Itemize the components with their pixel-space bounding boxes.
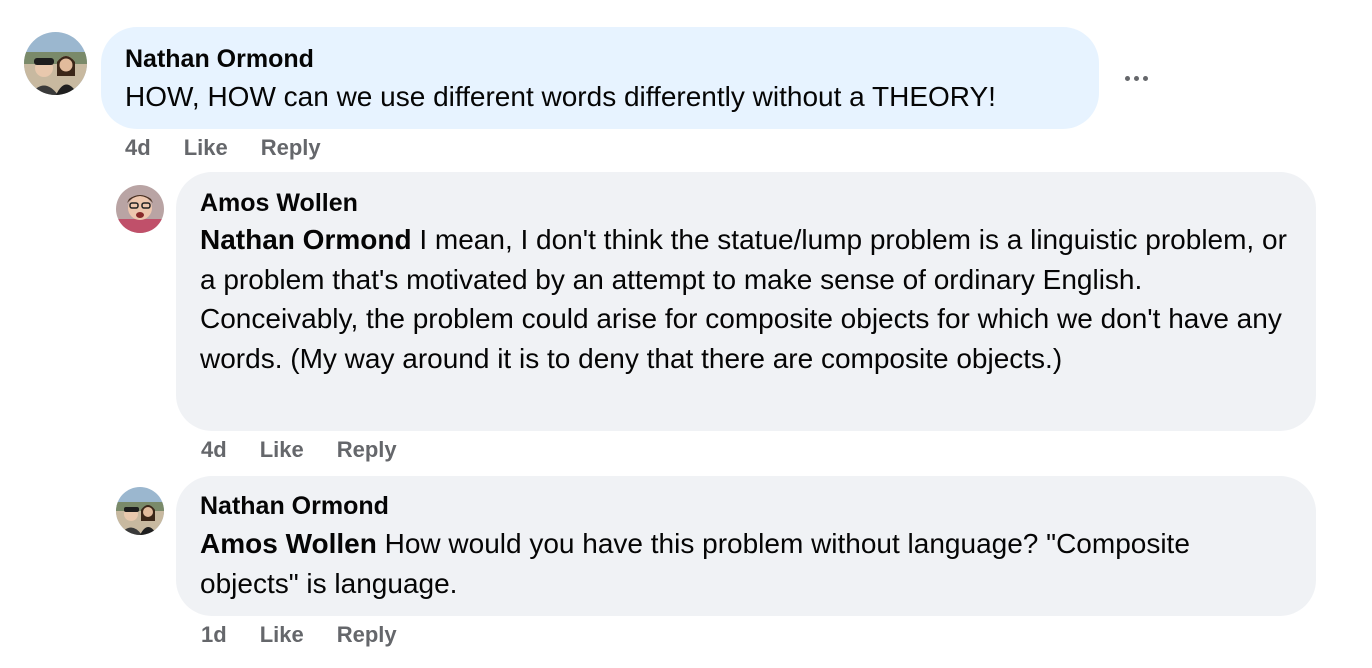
avatar[interactable] bbox=[24, 32, 87, 95]
comment-text: Amos Wollen How would you have this prob… bbox=[200, 524, 1292, 603]
avatar[interactable] bbox=[116, 185, 164, 233]
comment-text: Nathan Ormond I mean, I don't think the … bbox=[200, 220, 1292, 378]
comment-actions: 4d Like Reply bbox=[125, 134, 321, 162]
like-button[interactable]: Like bbox=[260, 436, 304, 464]
comment-author[interactable]: Amos Wollen bbox=[200, 187, 1292, 219]
like-button[interactable]: Like bbox=[260, 621, 304, 649]
comment-bubble: Amos Wollen Nathan Ormond I mean, I don'… bbox=[176, 172, 1316, 431]
more-horizontal-icon bbox=[1124, 75, 1130, 81]
comment-author[interactable]: Nathan Ormond bbox=[200, 490, 1292, 522]
comment-author[interactable]: Nathan Ormond bbox=[125, 43, 1099, 75]
reply-button[interactable]: Reply bbox=[337, 621, 397, 649]
reply-button[interactable]: Reply bbox=[261, 134, 321, 162]
comment-actions: 4d Like Reply bbox=[201, 436, 397, 464]
avatar-photo bbox=[116, 487, 164, 535]
comment-timestamp[interactable]: 4d bbox=[125, 134, 151, 162]
comment-actions: 1d Like Reply bbox=[201, 621, 397, 649]
avatar[interactable] bbox=[116, 487, 164, 535]
reply-button[interactable]: Reply bbox=[337, 436, 397, 464]
comment-timestamp[interactable]: 4d bbox=[201, 436, 227, 464]
comment-timestamp[interactable]: 1d bbox=[201, 621, 227, 649]
comment-bubble: Nathan Ormond Amos Wollen How would you … bbox=[176, 476, 1316, 616]
mention-link[interactable]: Nathan Ormond bbox=[200, 224, 412, 255]
avatar-photo bbox=[24, 32, 87, 95]
comment-text: HOW, HOW can we use different words diff… bbox=[125, 81, 996, 112]
avatar-photo bbox=[116, 185, 164, 233]
comment-bubble: Nathan Ormond HOW, HOW can we use differ… bbox=[101, 27, 1099, 129]
like-button[interactable]: Like bbox=[184, 134, 228, 162]
more-options-button[interactable] bbox=[1114, 58, 1158, 98]
mention-link[interactable]: Amos Wollen bbox=[200, 528, 377, 559]
